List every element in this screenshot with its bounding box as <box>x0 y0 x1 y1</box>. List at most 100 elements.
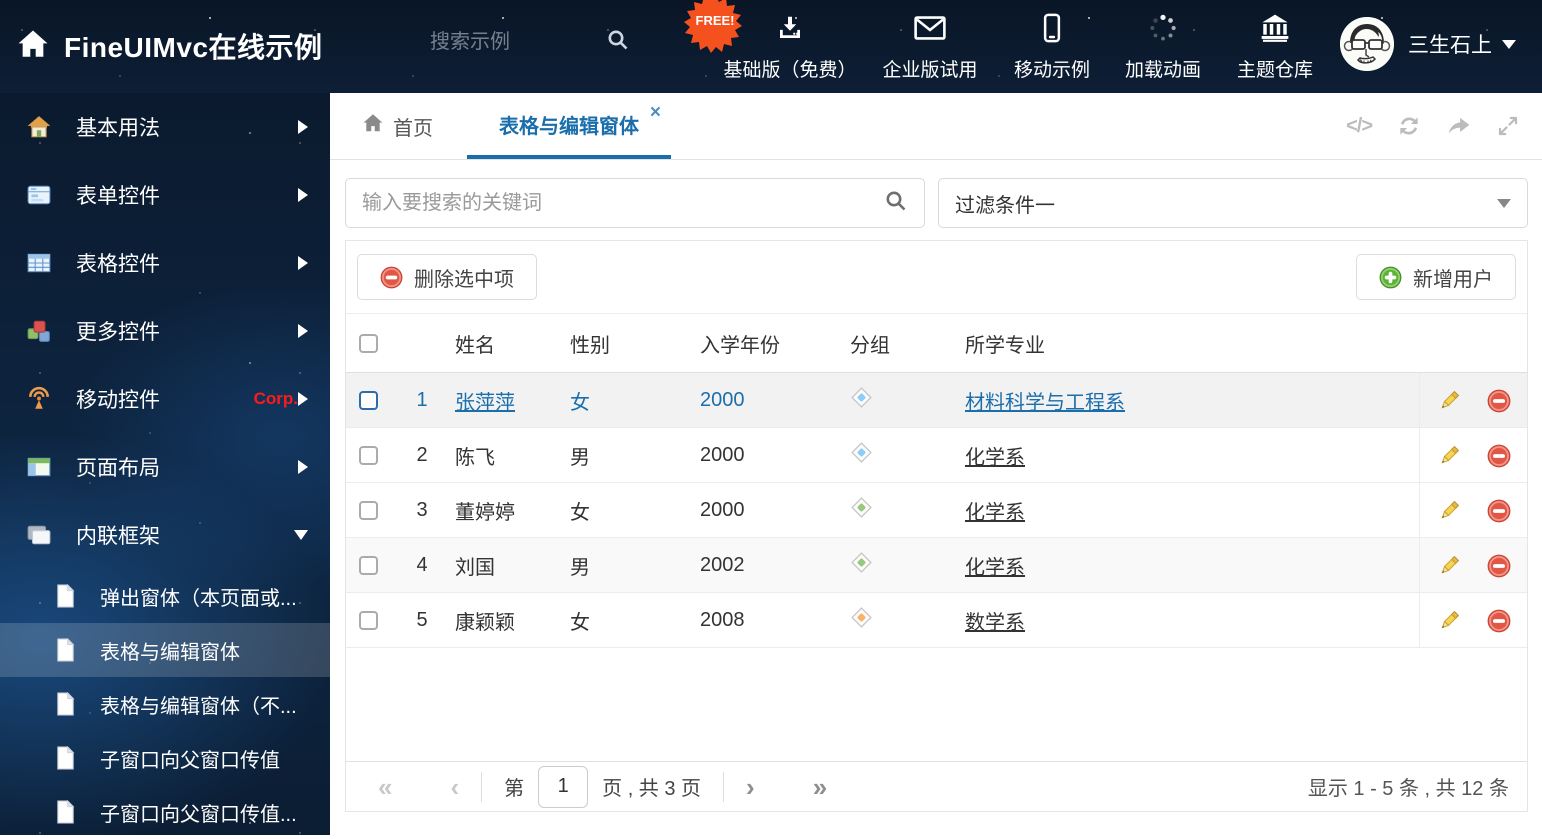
row-checkbox[interactable] <box>359 556 378 575</box>
major-link[interactable]: 化学系 <box>965 551 1419 580</box>
cell-group <box>850 386 965 415</box>
sidebar-item-iframe[interactable]: 内联框架 <box>0 501 330 569</box>
sidebar-item-grid[interactable]: 表格控件 <box>0 229 330 297</box>
sidebar-item-layout[interactable]: 页面布局 <box>0 433 330 501</box>
sidebar-item-form[interactable]: 表单控件 <box>0 161 330 229</box>
nav-item-themes[interactable]: 主题仓库 <box>1230 13 1320 82</box>
sidebar-item-label: 表格控件 <box>76 253 160 276</box>
table-header: 姓名 性别 入学年份 分组 所学专业 <box>346 313 1527 373</box>
row-number: 3 <box>416 499 428 521</box>
row-checkbox[interactable] <box>359 446 378 465</box>
edit-icon[interactable] <box>1437 444 1461 468</box>
keyword-search-box <box>345 178 925 228</box>
cell-name: 董婷婷 <box>455 502 515 524</box>
search-icon[interactable] <box>606 28 630 57</box>
sidebar-item-label: 移动控件 <box>76 389 160 412</box>
col-header-major[interactable]: 所学专业 <box>965 329 1419 358</box>
row-checkbox[interactable] <box>359 611 378 630</box>
user-menu[interactable]: 三生石上 <box>1340 17 1516 71</box>
nav-item-mobile[interactable]: 移动示例 <box>1008 13 1096 82</box>
code-icon[interactable]: </> <box>1346 115 1373 138</box>
nav-item-loading[interactable]: 加载动画 <box>1118 13 1208 82</box>
chevron-right-icon <box>298 324 308 338</box>
page-next-button[interactable]: › <box>746 774 755 800</box>
keyword-search-input[interactable] <box>362 191 884 215</box>
col-header-group[interactable]: 分组 <box>850 329 965 358</box>
page-prev-button[interactable]: ‹ <box>450 774 459 800</box>
page-first-button[interactable]: « <box>378 774 392 800</box>
cell-gender: 男 <box>570 557 590 579</box>
home-icon <box>362 112 384 140</box>
sidebar-item-mobile[interactable]: 移动控件 Corp. <box>0 365 330 433</box>
page-label-prefix: 第 <box>504 778 525 800</box>
sidebar-item-label: 页面布局 <box>76 457 160 480</box>
edit-icon[interactable] <box>1437 609 1461 633</box>
row-checkbox[interactable] <box>359 391 378 410</box>
close-icon[interactable]: × <box>650 103 661 122</box>
main-content: 首页 表格与编辑窗体 × </> 过滤条件一 <box>330 93 1542 835</box>
sidebar-subitem-child-value[interactable]: 子窗口向父窗口传值 <box>0 731 330 785</box>
cubes-icon <box>26 318 52 344</box>
delete-icon[interactable] <box>1487 444 1511 468</box>
sidebar-item-label: 内联框架 <box>76 525 160 548</box>
spinner-icon <box>1148 13 1178 48</box>
tag-icon <box>851 497 872 518</box>
major-link[interactable]: 数学系 <box>965 606 1419 635</box>
sidebar-subitem-grid-window[interactable]: 表格与编辑窗体 <box>0 623 330 677</box>
chevron-right-icon <box>298 120 308 134</box>
tab-grid-window[interactable]: 表格与编辑窗体 × <box>467 93 671 159</box>
edit-icon[interactable] <box>1437 499 1461 523</box>
cell-gender: 女 <box>570 502 590 524</box>
sidebar-item-more[interactable]: 更多控件 <box>0 297 330 365</box>
delete-icon[interactable] <box>1487 389 1511 413</box>
frames-icon <box>26 522 52 548</box>
sidebar-item-basic[interactable]: 基本用法 <box>0 93 330 161</box>
sidebar-subitem-child-value-2[interactable]: 子窗口向父窗口传值... <box>0 785 330 839</box>
delete-icon[interactable] <box>1487 499 1511 523</box>
expand-icon[interactable] <box>1496 114 1520 138</box>
table-row[interactable]: 1 张萍萍 女 2000 材料科学与工程系 <box>346 373 1527 428</box>
delete-selected-button[interactable]: 删除选中项 <box>357 254 537 300</box>
add-user-button[interactable]: 新增用户 <box>1356 254 1516 300</box>
col-header-gender[interactable]: 性别 <box>570 329 700 358</box>
edit-icon[interactable] <box>1437 554 1461 578</box>
app-logo[interactable]: FineUIMvc在线示例 <box>16 26 323 66</box>
file-icon <box>55 637 76 662</box>
header-search-input[interactable] <box>430 31 570 54</box>
delete-icon[interactable] <box>1487 609 1511 633</box>
chevron-right-icon <box>298 460 308 474</box>
sidebar-subitem-grid-window-2[interactable]: 表格与编辑窗体（不... <box>0 677 330 731</box>
major-link[interactable]: 化学系 <box>965 496 1419 525</box>
page-number-input[interactable] <box>538 765 589 808</box>
chevron-down-icon <box>1502 39 1516 49</box>
tab-home[interactable]: 首页 <box>362 93 433 159</box>
delete-icon[interactable] <box>1487 554 1511 578</box>
plus-circle-icon <box>1379 266 1402 288</box>
table-row[interactable]: 3 董婷婷 女 2000 化学系 <box>346 483 1527 538</box>
sidebar-item-label: 更多控件 <box>76 321 160 344</box>
filter-dropdown[interactable]: 过滤条件一 <box>938 178 1528 228</box>
tag-icon <box>851 387 872 408</box>
cell-name[interactable]: 张萍萍 <box>442 386 570 415</box>
select-all-checkbox[interactable] <box>359 333 378 353</box>
col-header-year[interactable]: 入学年份 <box>700 329 850 358</box>
nav-item-basic[interactable]: 基础版（免费） <box>724 13 857 82</box>
refresh-icon[interactable] <box>1396 113 1422 139</box>
cell-year: 2008 <box>700 609 745 631</box>
cell-name: 康颖颖 <box>455 612 515 634</box>
major-link[interactable]: 化学系 <box>965 441 1419 470</box>
col-header-name[interactable]: 姓名 <box>442 329 570 358</box>
table-row[interactable]: 5 康颖颖 女 2008 数学系 <box>346 593 1527 648</box>
sidebar-subitem-popup[interactable]: 弹出窗体（本页面或... <box>0 569 330 623</box>
search-icon[interactable] <box>884 189 908 218</box>
major-link[interactable]: 材料科学与工程系 <box>965 386 1419 415</box>
edit-icon[interactable] <box>1437 389 1461 413</box>
cell-gender: 女 <box>570 392 590 414</box>
share-icon[interactable] <box>1446 113 1472 139</box>
table-row[interactable]: 2 陈飞 男 2000 化学系 <box>346 428 1527 483</box>
page-last-button[interactable]: » <box>813 774 827 800</box>
grid-panel: 删除选中项 新增用户 姓名 性别 入学年份 分组 所学专业 1 张萍萍 女 20… <box>345 240 1528 812</box>
table-row[interactable]: 4 刘国 男 2002 化学系 <box>346 538 1527 593</box>
row-checkbox[interactable] <box>359 501 378 520</box>
nav-item-enterprise[interactable]: 企业版试用 <box>874 13 986 82</box>
